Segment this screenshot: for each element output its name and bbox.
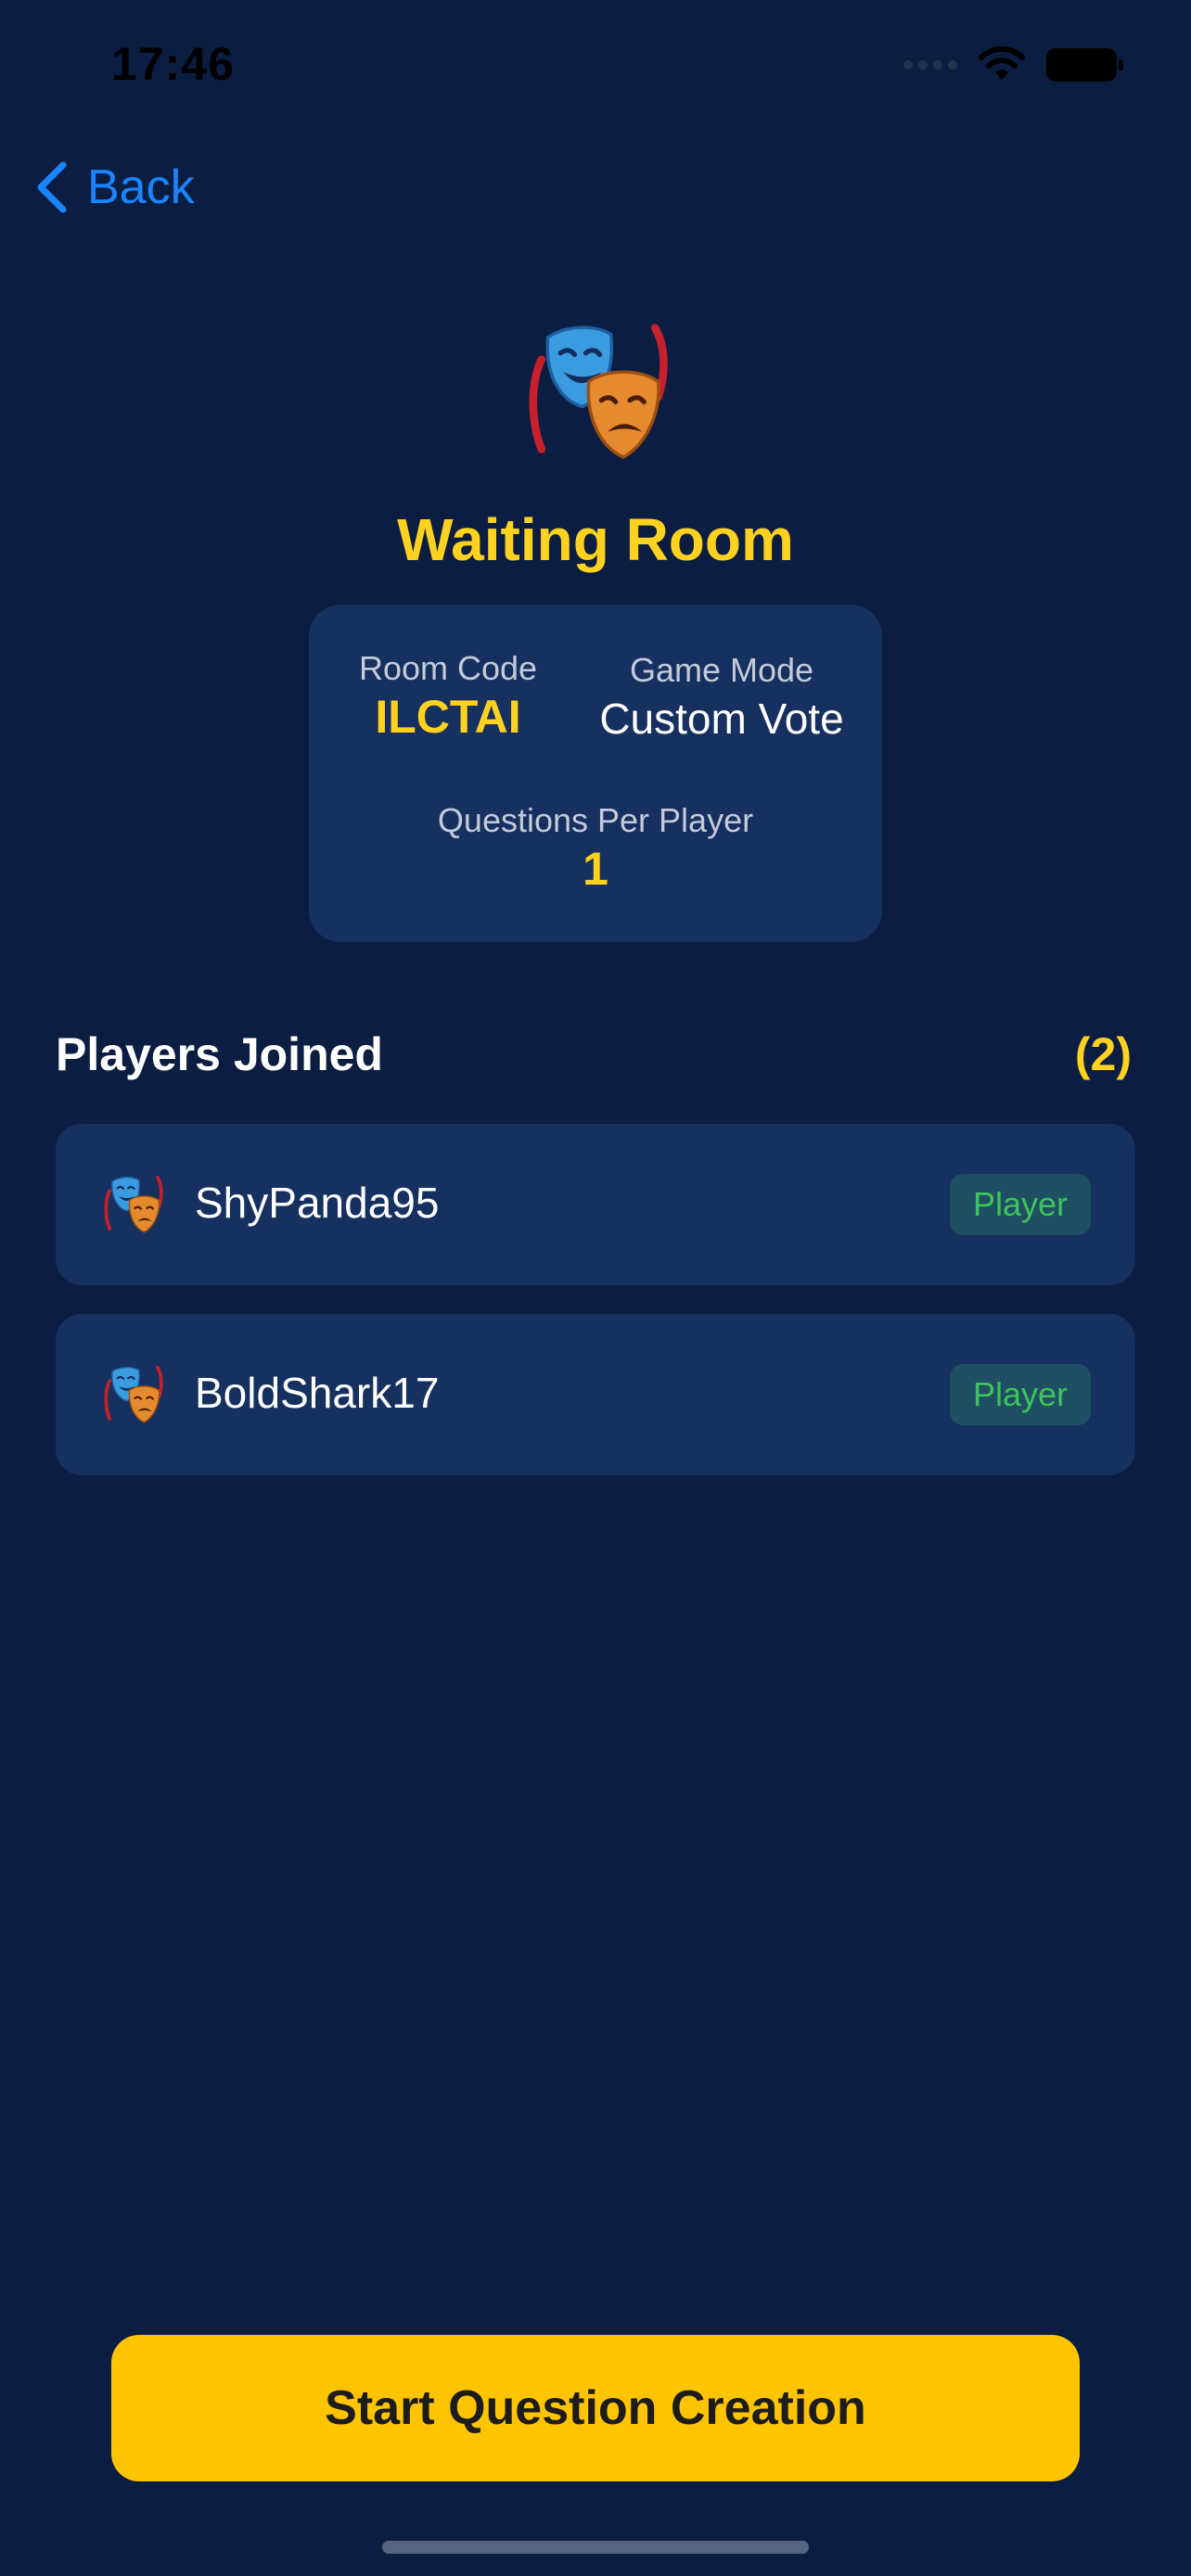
cellular-signal-icon: [903, 60, 957, 70]
player-row: ShyPanda95 Player: [56, 1124, 1135, 1285]
player-name: BoldShark17: [195, 1369, 440, 1417]
start-question-creation-button[interactable]: Start Question Creation: [111, 2335, 1080, 2481]
role-badge: Player: [950, 1174, 1091, 1235]
page-title: Waiting Room: [397, 506, 794, 573]
room-code-label: Room Code: [358, 649, 538, 687]
room-info-card: Room Code ILCTAI Game Mode Custom Vote Q…: [309, 605, 882, 942]
battery-icon: [1046, 48, 1123, 82]
player-name: ShyPanda95: [195, 1179, 440, 1227]
questions-per-player-value: 1: [583, 843, 608, 895]
chevron-left-icon: [37, 161, 67, 213]
performing-arts-masks-icon: [519, 315, 677, 473]
game-mode-value: Custom Vote: [599, 695, 844, 743]
room-code-block: Room Code ILCTAI: [346, 649, 550, 744]
questions-per-player-label: Questions Per Player: [437, 801, 754, 839]
performing-arts-masks-icon: [100, 1362, 167, 1429]
players-count: (2): [1074, 1028, 1132, 1080]
waiting-room-screen: 17:46 Back Waiting Room Room Code ILCTAI…: [0, 0, 1191, 2576]
status-time: 17:46: [111, 38, 235, 90]
wifi-icon: [979, 46, 1025, 80]
game-mode-label: Game Mode: [629, 651, 814, 689]
back-label: Back: [87, 160, 195, 214]
player-row: BoldShark17 Player: [56, 1314, 1135, 1475]
performing-arts-masks-icon: [100, 1172, 167, 1239]
game-mode-block: Game Mode Custom Vote: [587, 651, 856, 744]
home-indicator[interactable]: [382, 2541, 809, 2554]
back-button[interactable]: Back: [33, 159, 195, 215]
players-joined-title: Players Joined: [56, 1028, 383, 1080]
questions-per-player-block: Questions Per Player 1: [309, 801, 882, 896]
status-icons: [903, 46, 1123, 83]
room-code-value: ILCTAI: [375, 691, 521, 743]
role-badge: Player: [950, 1364, 1091, 1425]
